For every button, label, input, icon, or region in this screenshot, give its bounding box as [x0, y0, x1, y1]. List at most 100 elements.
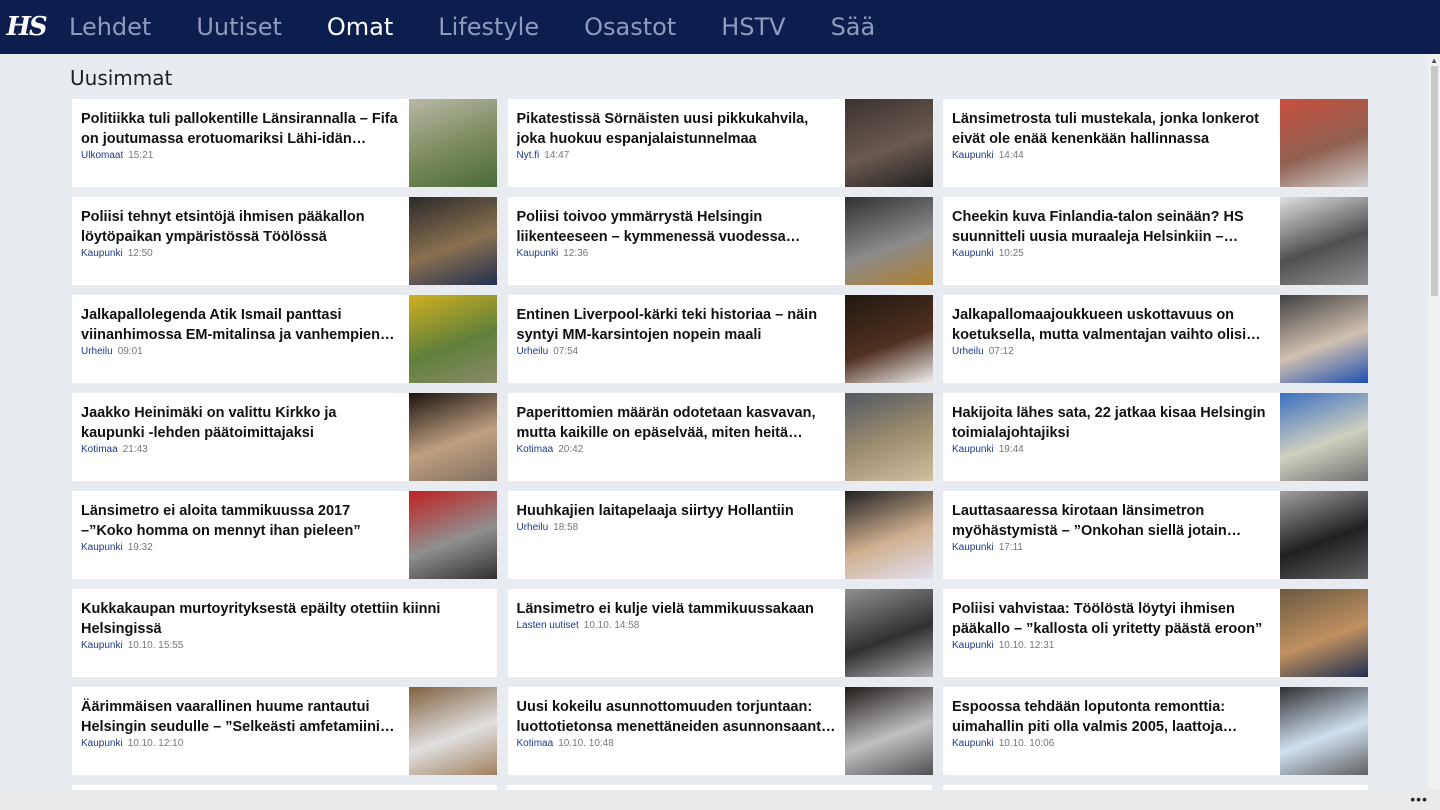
vertical-scrollbar[interactable] [1428, 54, 1440, 790]
article-card[interactable]: Länsimetro ei kulje vielä tammikuussakaa… [507, 589, 933, 677]
article-text: Poliisi tehnyt etsintöjä ihmisen pääkall… [72, 197, 409, 285]
article-category[interactable]: Kaupunki [517, 248, 559, 259]
nav-item-osastot[interactable]: Osastot [584, 13, 676, 41]
article-headline[interactable]: Jalkapallomaajoukkueen uskottavuus on ko… [952, 305, 1272, 345]
article-card[interactable]: Huuhkajien laitapelaaja siirtyy Hollanti… [507, 491, 933, 579]
article-time: 07:54 [553, 346, 579, 357]
article-category[interactable]: Urheilu [517, 346, 549, 357]
article-card[interactable]: Uusi kokeilu asunnottomuuden torjuntaan:… [507, 687, 933, 775]
scroll-up-arrow-icon[interactable]: ▲ [1430, 56, 1438, 65]
article-headline[interactable]: Länsimetro ei aloita tammikuussa 2017 –”… [81, 501, 401, 541]
scrollbar-thumb[interactable] [1431, 66, 1438, 296]
article-thumbnail[interactable] [844, 295, 933, 383]
article-card[interactable]: Länsimetrosta tuli mustekala, jonka lonk… [943, 99, 1368, 187]
article-category[interactable]: Lasten uutiset [517, 620, 579, 631]
article-text: Entinen Liverpool-kärki teki historiaa –… [508, 295, 845, 383]
article-thumbnail[interactable] [844, 197, 933, 285]
article-card[interactable]: Entinen Liverpool-kärki teki historiaa –… [507, 295, 933, 383]
article-card[interactable]: Espoossa tehdään loputonta remonttia: ui… [943, 687, 1368, 775]
article-headline[interactable]: Cheekin kuva Finlandia-talon seinään? HS… [952, 207, 1272, 247]
article-headline[interactable]: Poliisi vahvistaa: Töölöstä löytyi ihmis… [952, 599, 1272, 639]
article-thumbnail[interactable] [409, 197, 497, 285]
more-options-icon[interactable]: ••• [1410, 791, 1428, 807]
article-thumbnail[interactable] [1280, 491, 1368, 579]
article-category[interactable]: Kaupunki [952, 248, 994, 259]
article-headline[interactable]: Poliisi toivoo ymmärrystä Helsingin liik… [517, 207, 837, 247]
article-card[interactable]: Cheekin kuva Finlandia-talon seinään? HS… [943, 197, 1368, 285]
article-card[interactable]: Lauttasaaressa kirotaan länsimetron myöh… [943, 491, 1368, 579]
article-thumbnail[interactable] [1280, 589, 1368, 677]
article-headline[interactable]: Lauttasaaressa kirotaan länsimetron myöh… [952, 501, 1272, 541]
article-category[interactable]: Ulkomaat [81, 150, 123, 161]
article-thumbnail[interactable] [1280, 197, 1368, 285]
article-thumbnail[interactable] [409, 295, 497, 383]
nav-item-sää[interactable]: Sää [831, 13, 876, 41]
article-card[interactable]: Paperittomien määrän odotetaan kasvavan,… [507, 393, 933, 481]
article-headline[interactable]: Entinen Liverpool-kärki teki historiaa –… [517, 305, 837, 345]
article-headline[interactable]: Hakijoita lähes sata, 22 jatkaa kisaa He… [952, 403, 1272, 443]
article-card[interactable]: Länsimetro ei aloita tammikuussa 2017 –”… [72, 491, 497, 579]
nav-item-lehdet[interactable]: Lehdet [69, 13, 151, 41]
article-thumbnail[interactable] [844, 393, 933, 481]
article-card[interactable]: Jalkapallomaajoukkueen uskottavuus on ko… [943, 295, 1368, 383]
article-headline[interactable]: Jaakko Heinimäki on valittu Kirkko ja ka… [81, 403, 401, 443]
article-thumbnail[interactable] [844, 99, 933, 187]
article-category[interactable]: Kaupunki [952, 640, 994, 651]
article-category[interactable]: Kaupunki [952, 150, 994, 161]
article-category[interactable]: Urheilu [952, 346, 984, 357]
article-headline[interactable]: Espoossa tehdään loputonta remonttia: ui… [952, 697, 1272, 737]
article-category[interactable]: Kotimaa [81, 444, 118, 455]
article-card[interactable]: Äärimmäisen vaarallinen huume rantautui … [72, 687, 497, 775]
article-thumbnail[interactable] [844, 589, 933, 677]
article-thumbnail[interactable] [1280, 99, 1368, 187]
article-category[interactable]: Nyt.fi [517, 150, 540, 161]
article-category[interactable]: Kaupunki [952, 738, 994, 749]
article-headline[interactable]: Jalkapallolegenda Atik Ismail panttasi v… [81, 305, 401, 345]
article-thumbnail[interactable] [1280, 295, 1368, 383]
article-category[interactable]: Kotimaa [517, 444, 554, 455]
article-category[interactable]: Urheilu [81, 346, 113, 357]
article-thumbnail[interactable] [409, 687, 497, 775]
article-headline[interactable]: Politiikka tuli pallokentille Länsiranna… [81, 109, 401, 149]
article-thumbnail[interactable] [409, 99, 497, 187]
article-headline[interactable]: Pikatestissä Sörnäisten uusi pikkukahvil… [517, 109, 837, 149]
nav-item-uutiset[interactable]: Uutiset [196, 13, 282, 41]
article-category[interactable]: Kaupunki [81, 248, 123, 259]
article-meta: Kaupunki 10.10. 12:10 [81, 738, 401, 749]
article-headline[interactable]: Länsimetrosta tuli mustekala, jonka lonk… [952, 109, 1272, 149]
article-card[interactable]: Kukkakaupan murtoyrityksestä epäilty ote… [72, 589, 497, 677]
article-card[interactable]: Poliisi toivoo ymmärrystä Helsingin liik… [507, 197, 933, 285]
article-headline[interactable]: Poliisi tehnyt etsintöjä ihmisen pääkall… [81, 207, 401, 247]
article-headline[interactable]: Huuhkajien laitapelaaja siirtyy Hollanti… [517, 501, 837, 521]
nav-item-omat[interactable]: Omat [327, 13, 393, 41]
article-category[interactable]: Kaupunki [952, 444, 994, 455]
article-card[interactable]: Poliisi vahvistaa: Töölöstä löytyi ihmis… [943, 589, 1368, 677]
article-card[interactable]: Politiikka tuli pallokentille Länsiranna… [72, 99, 497, 187]
article-category[interactable]: Kaupunki [81, 738, 123, 749]
article-meta: Nyt.fi 14:47 [517, 150, 837, 161]
article-thumbnail[interactable] [409, 491, 497, 579]
article-headline[interactable]: Länsimetro ei kulje vielä tammikuussakaa… [517, 599, 837, 619]
article-category[interactable]: Kaupunki [952, 542, 994, 553]
article-thumbnail[interactable] [1280, 687, 1368, 775]
article-category[interactable]: Urheilu [517, 522, 549, 533]
article-headline[interactable]: Äärimmäisen vaarallinen huume rantautui … [81, 697, 401, 737]
article-card[interactable]: Pikatestissä Sörnäisten uusi pikkukahvil… [507, 99, 933, 187]
article-card[interactable]: Poliisi tehnyt etsintöjä ihmisen pääkall… [72, 197, 497, 285]
nav-item-lifestyle[interactable]: Lifestyle [438, 13, 539, 41]
article-thumbnail[interactable] [409, 393, 497, 481]
article-headline[interactable]: Kukkakaupan murtoyrityksestä epäilty ote… [81, 599, 487, 639]
article-thumbnail[interactable] [844, 491, 933, 579]
article-category[interactable]: Kotimaa [517, 738, 554, 749]
article-thumbnail[interactable] [844, 687, 933, 775]
article-card[interactable]: Jaakko Heinimäki on valittu Kirkko ja ka… [72, 393, 497, 481]
article-category[interactable]: Kaupunki [81, 542, 123, 553]
article-headline[interactable]: Uusi kokeilu asunnottomuuden torjuntaan:… [517, 697, 837, 737]
nav-item-hstv[interactable]: HSTV [721, 13, 785, 41]
article-card[interactable]: Hakijoita lähes sata, 22 jatkaa kisaa He… [943, 393, 1368, 481]
article-card[interactable]: Jalkapallolegenda Atik Ismail panttasi v… [72, 295, 497, 383]
article-headline[interactable]: Paperittomien määrän odotetaan kasvavan,… [517, 403, 837, 443]
article-thumbnail[interactable] [1280, 393, 1368, 481]
hs-logo[interactable]: HS [0, 0, 52, 54]
article-category[interactable]: Kaupunki [81, 640, 123, 651]
